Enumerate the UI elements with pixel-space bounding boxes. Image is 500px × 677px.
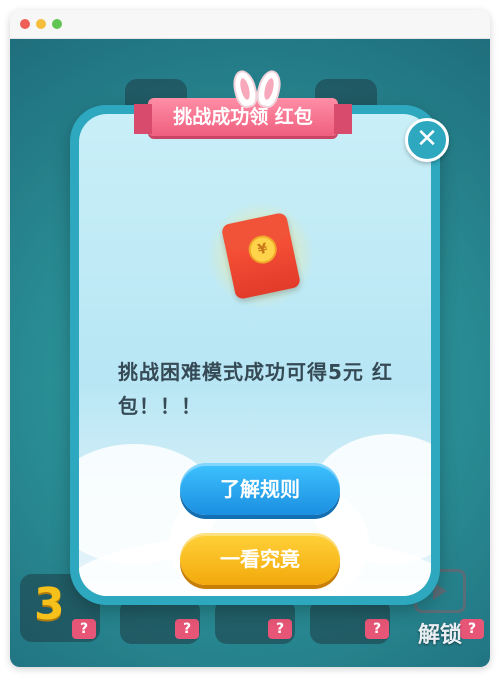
unlock-label: 解锁 <box>417 623 462 648</box>
locked-question-badge: ? <box>72 619 96 639</box>
take-a-look-button[interactable]: 一看究竟 <box>180 533 340 585</box>
close-icon[interactable]: ✕ <box>405 118 449 162</box>
minimize-window-dot[interactable] <box>36 19 46 29</box>
close-window-dot[interactable] <box>20 19 30 29</box>
window-titlebar <box>10 10 490 39</box>
red-envelope-icon: ¥ <box>208 200 314 310</box>
reward-message: 挑战困难模式成功可得5元 红包！！！ <box>118 360 393 418</box>
level-number: 3 <box>34 579 65 630</box>
browser-window: 3 ? ? ? ? ? 解锁 挑战成功领 红包 ✕ ¥ 挑战困难模式成功可得5元… <box>10 10 490 667</box>
locked-question-badge: ? <box>175 619 199 639</box>
maximize-window-dot[interactable] <box>52 19 62 29</box>
locked-question-badge: ? <box>365 619 389 639</box>
bunny-ears-icon <box>226 67 286 111</box>
locked-question-badge: ? <box>268 619 292 639</box>
learn-rules-button[interactable]: 了解规则 <box>180 463 340 515</box>
